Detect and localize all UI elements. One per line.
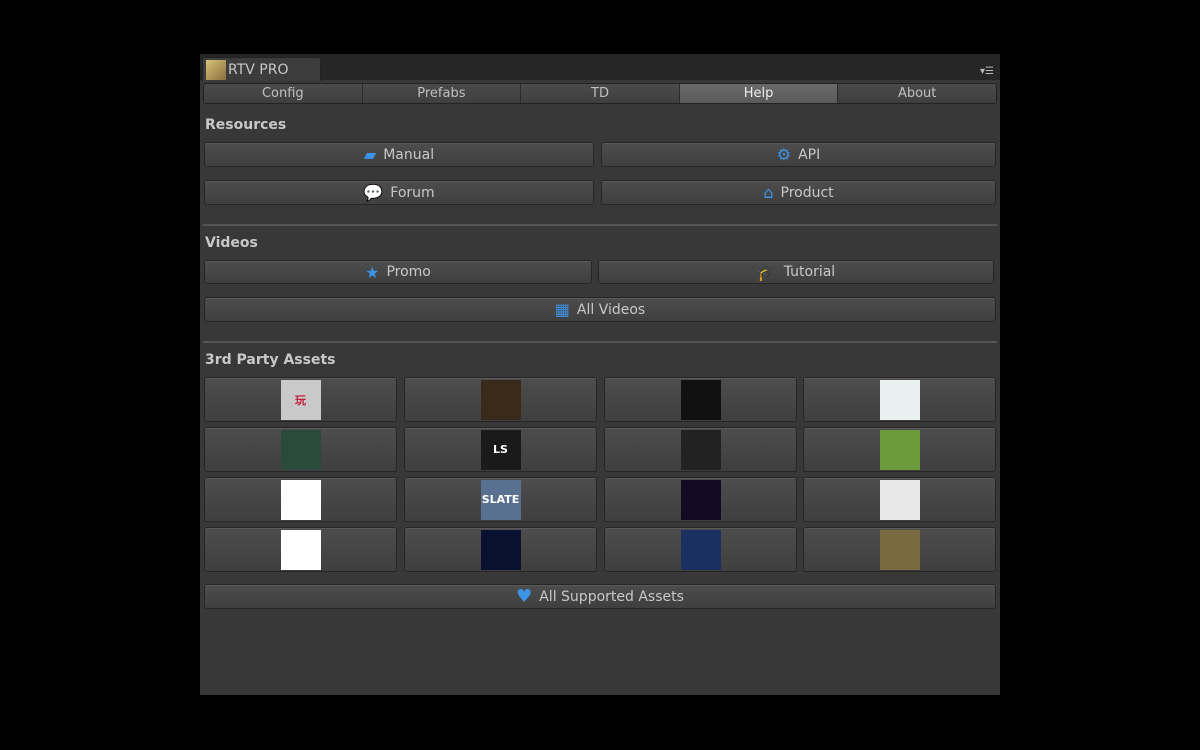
- asset-button-ls-pro[interactable]: LS: [404, 427, 597, 472]
- api-button[interactable]: ⚙ API: [601, 142, 996, 167]
- all-videos-label: All Videos: [576, 301, 646, 318]
- speech-synth-logo-icon: [879, 479, 920, 520]
- slate-logo-icon: SLATE: [480, 479, 521, 520]
- tab-about[interactable]: About: [838, 84, 996, 103]
- product-button[interactable]: ⌂ Product: [601, 180, 996, 205]
- asset-button-dialogue-system[interactable]: [803, 377, 996, 422]
- asset-button-voice-chat[interactable]: [204, 527, 397, 572]
- dropdown-menu-icon[interactable]: ▾☰: [980, 66, 994, 77]
- heart-icon: ♥: [516, 586, 533, 607]
- salsa-lipsync-logo-icon: [280, 479, 321, 520]
- tab-prefabs[interactable]: Prefabs: [362, 84, 522, 103]
- forum-label: Forum: [390, 184, 435, 201]
- asset-button-audio-wave[interactable]: [404, 527, 597, 572]
- asset-button-megaphone[interactable]: [604, 377, 797, 422]
- book-icon: ▰: [363, 145, 377, 164]
- rtv-logo-icon: [206, 59, 226, 80]
- npc-chat-logo-icon: [680, 429, 721, 470]
- dialogue-system-logo-icon: [879, 379, 920, 420]
- tab-help[interactable]: Help: [679, 84, 839, 103]
- window-tab-bar: RTV PRO ▾☰: [200, 54, 1000, 81]
- audio-wave-logo-icon: [480, 529, 521, 570]
- window-tab[interactable]: RTV PRO: [202, 57, 321, 81]
- tutorial-button[interactable]: 🎓 Tutorial: [598, 260, 994, 284]
- all-supported-assets-button[interactable]: ♥ All Supported Assets: [204, 584, 996, 609]
- asset-button-radio-tower[interactable]: [604, 527, 797, 572]
- film-icon: ▦: [554, 300, 570, 319]
- product-label: Product: [780, 184, 834, 201]
- asset-button-game-scene[interactable]: [204, 427, 397, 472]
- ls-pro-logo-icon: LS: [480, 429, 521, 470]
- voice-chat-logo-icon: [280, 529, 321, 570]
- divider: [203, 341, 997, 343]
- tutorial-label: Tutorial: [783, 264, 836, 280]
- promo-label: Promo: [386, 264, 431, 280]
- tab-td[interactable]: TD: [521, 84, 680, 103]
- star-icon: ★: [365, 262, 380, 282]
- main-tabs: Config Prefabs TD Help About: [203, 83, 997, 104]
- radio-tower-logo-icon: [680, 529, 721, 570]
- asset-button-playmaker[interactable]: 玩: [204, 377, 397, 422]
- resources-heading: Resources: [205, 117, 287, 133]
- adventure-creator-logo-icon: [480, 379, 521, 420]
- playmaker-logo-icon: 玩: [280, 379, 321, 420]
- salad-logo-icon: [879, 429, 920, 470]
- asset-button-speech-synth[interactable]: [803, 477, 996, 522]
- asset-button-salsa-lipsync[interactable]: [204, 477, 397, 522]
- tab-config[interactable]: Config: [204, 84, 363, 103]
- forum-button[interactable]: 💬 Forum: [204, 180, 594, 205]
- api-label: API: [798, 146, 821, 163]
- game-scene-logo-icon: [280, 429, 321, 470]
- videos-heading: Videos: [205, 235, 258, 251]
- home-icon: ⌂: [763, 183, 774, 202]
- window-title: RTV PRO: [228, 61, 289, 78]
- asset-button-adventure-creator[interactable]: [404, 377, 597, 422]
- asset-button-slate[interactable]: SLATE: [404, 477, 597, 522]
- rtv-pro-window: RTV PRO ▾☰ Config Prefabs TD Help About …: [200, 54, 1000, 695]
- asset-button-coin[interactable]: [803, 527, 996, 572]
- promo-button[interactable]: ★ Promo: [204, 260, 592, 284]
- all-videos-button[interactable]: ▦ All Videos: [204, 297, 996, 322]
- amplitude-webgl-logo-icon: [680, 479, 721, 520]
- graduation-cap-icon: 🎓: [756, 262, 777, 282]
- gears-icon: ⚙: [776, 145, 792, 164]
- comments-icon: 💬: [363, 183, 384, 202]
- manual-button[interactable]: ▰ Manual: [204, 142, 594, 167]
- divider: [203, 224, 997, 226]
- manual-label: Manual: [383, 146, 435, 163]
- third-party-assets-heading: 3rd Party Assets: [205, 352, 336, 368]
- megaphone-logo-icon: [680, 379, 721, 420]
- all-supported-assets-label: All Supported Assets: [539, 588, 684, 605]
- coin-logo-icon: [879, 529, 920, 570]
- asset-button-amplitude-webgl[interactable]: [604, 477, 797, 522]
- asset-button-salad[interactable]: [803, 427, 996, 472]
- asset-button-npc-chat[interactable]: [604, 427, 797, 472]
